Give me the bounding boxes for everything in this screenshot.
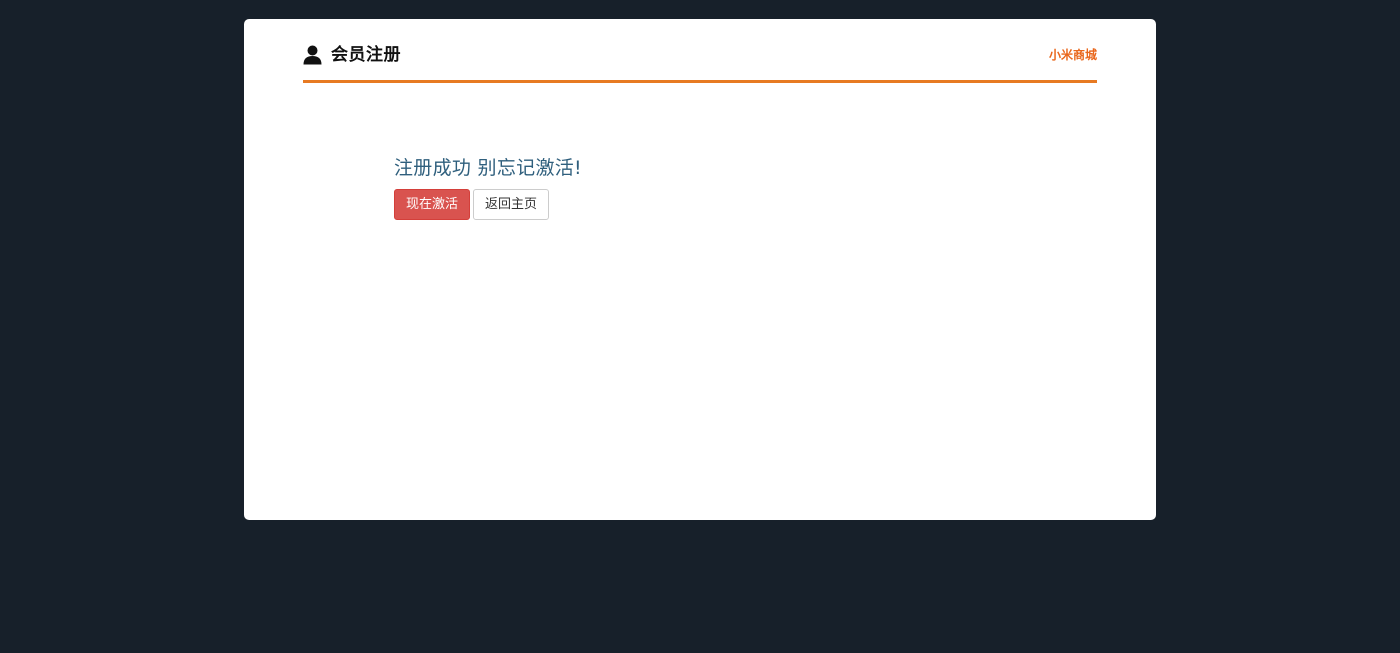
page-title: 会员注册 xyxy=(331,45,401,65)
home-button[interactable]: 返回主页 xyxy=(473,189,550,220)
title-group: 会员注册 xyxy=(303,43,401,67)
registration-card: 会员注册 小米商城 注册成功 别忘记激活! 现在激活 返回主页 xyxy=(244,19,1156,520)
success-message: 注册成功 别忘记激活! xyxy=(394,157,582,179)
brand-link[interactable]: 小米商城 xyxy=(1049,47,1097,63)
activate-button[interactable]: 现在激活 xyxy=(394,189,471,220)
action-buttons: 现在激活 返回主页 xyxy=(394,189,550,220)
page: 会员注册 小米商城 注册成功 别忘记激活! 现在激活 返回主页 xyxy=(0,0,1400,653)
card-header: 会员注册 小米商城 xyxy=(303,39,1097,83)
user-icon xyxy=(303,45,322,65)
